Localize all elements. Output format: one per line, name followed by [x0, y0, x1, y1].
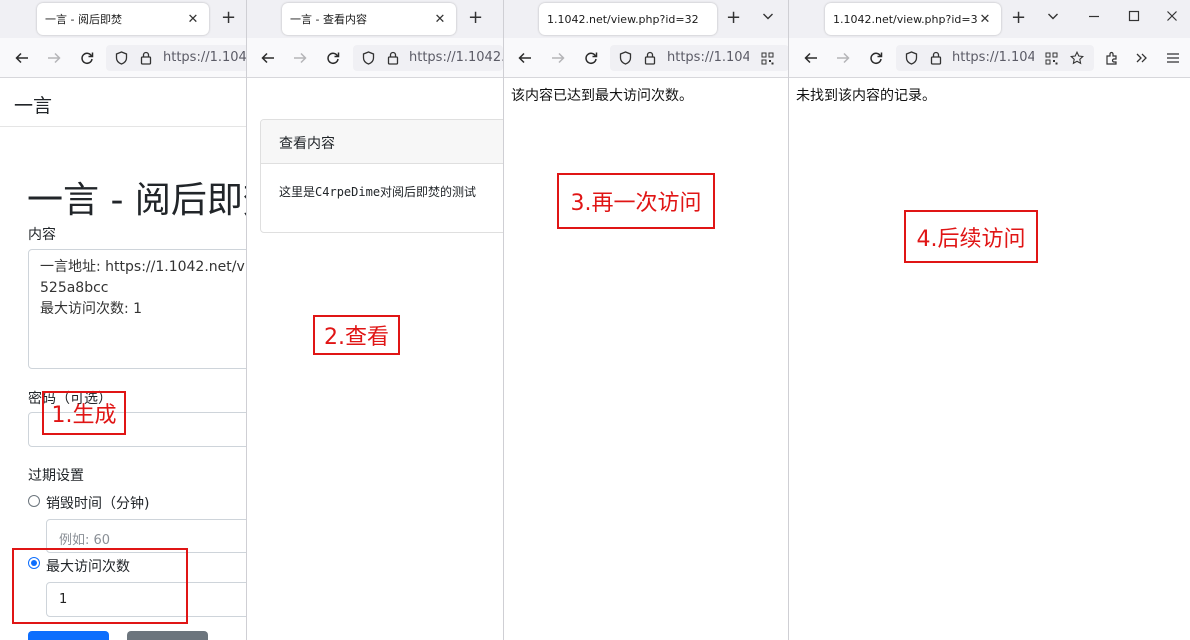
forward-icon[interactable] — [547, 38, 569, 78]
page-title: 一言 - 阅后即焚 — [27, 180, 246, 221]
header-divider — [0, 126, 246, 127]
content-line: 最大访问次数: 1 — [40, 301, 143, 317]
reload-icon[interactable] — [580, 38, 602, 78]
new-tab-icon[interactable]: + — [1011, 8, 1026, 28]
card-title: 查看内容 — [279, 136, 335, 152]
tab-bar: 1.1042.net/view.php?id=32 ✕ + — [789, 0, 1190, 38]
close-window-icon[interactable] — [1166, 10, 1178, 26]
annotation-step2: 2.查看 — [313, 315, 400, 355]
annotation-highlight-box — [12, 548, 188, 624]
nav-bar: https://1.1042.net/ — [0, 38, 246, 78]
shield-icon[interactable] — [900, 45, 922, 71]
tab-title: 一言 - 查看内容 — [290, 13, 367, 26]
content-label: 内容 — [28, 227, 56, 243]
url-text: https://1.1042.net/view.php?id=32 — [952, 50, 1034, 65]
browser-window-view: 一言 - 查看内容 ✕ + https://1.1042.net/view.ph… — [246, 0, 503, 640]
tab-title: 一言 - 阅后即焚 — [45, 13, 122, 26]
url-text: https://1.1042.net/ — [163, 50, 246, 65]
new-tab-icon[interactable]: + — [726, 8, 741, 28]
tab-bar: 一言 - 查看内容 ✕ + — [247, 0, 503, 38]
shield-icon[interactable] — [357, 45, 379, 71]
tab-bar: 一言 - 阅后即焚 ✕ + — [0, 0, 246, 38]
browser-tab[interactable]: 一言 - 查看内容 ✕ — [282, 3, 456, 35]
body-text-prefix: 这里是 — [279, 185, 316, 199]
browser-tab[interactable]: 1.1042.net/view.php?id=32 — [539, 3, 717, 35]
qr-code-icon[interactable] — [1040, 45, 1062, 71]
back-icon[interactable] — [11, 38, 33, 78]
browser-window-later: 1.1042.net/view.php?id=32 ✕ + https://1.… — [788, 0, 1190, 640]
body-text-suffix: 对阅后即焚的测试 — [380, 185, 477, 199]
reset-button[interactable] — [127, 631, 208, 640]
body-code: C4rpeDime — [315, 185, 381, 199]
new-tab-icon[interactable]: + — [468, 8, 483, 28]
chevron-down-icon[interactable] — [762, 10, 774, 26]
site-brand[interactable]: 一言 — [14, 91, 52, 118]
lock-icon — [382, 45, 404, 71]
expiry-label: 过期设置 — [28, 468, 84, 484]
tab-title: 1.1042.net/view.php?id=32 — [833, 12, 977, 26]
content-line: 525a8bcc — [40, 280, 109, 296]
content-card: 查看内容 这里是C4rpeDime对阅后即焚的测试 — [260, 119, 503, 233]
address-bar[interactable]: https://1.1042.net/ — [106, 45, 246, 71]
status-message: 该内容已达到最大访问次数。 — [511, 88, 693, 104]
browser-tab[interactable]: 一言 - 阅后即焚 ✕ — [37, 3, 209, 35]
url-text: https://1.1042.net/view.php?id=32 — [409, 50, 503, 65]
annotation-step3: 3.再一次访问 — [557, 173, 715, 229]
radio-destroy-time[interactable] — [28, 495, 40, 507]
card-body: 这里是C4rpeDime对阅后即焚的测试 — [279, 183, 476, 200]
close-icon[interactable]: ✕ — [977, 12, 993, 27]
chevron-down-icon[interactable] — [1047, 10, 1059, 26]
card-header: 查看内容 — [261, 120, 503, 164]
forward-icon[interactable] — [832, 38, 854, 78]
status-message: 未找到该内容的记录。 — [796, 88, 936, 104]
url-text: https://1.1042.net/view.php?id=32 — [667, 50, 749, 65]
back-icon[interactable] — [257, 38, 279, 78]
close-icon[interactable]: ✕ — [185, 12, 201, 27]
back-icon[interactable] — [514, 38, 536, 78]
annotation-step1: 1.生成 — [42, 391, 126, 435]
extensions-icon[interactable] — [1101, 38, 1123, 78]
nav-bar: https://1.1042.net/view.php?id=32 — [504, 38, 788, 78]
address-bar[interactable]: https://1.1042.net/view.php?id=32 — [353, 45, 503, 71]
submit-button[interactable] — [28, 631, 109, 640]
address-bar[interactable]: https://1.1042.net/view.php?id=32 — [610, 45, 788, 71]
browser-tab[interactable]: 1.1042.net/view.php?id=32 ✕ — [825, 3, 1001, 35]
content-textarea[interactable]: 一言地址: https://1.1042.net/view 525a8bcc 最… — [28, 249, 246, 369]
destroy-time-label: 销毁时间（分钟) — [46, 496, 150, 512]
nav-bar: https://1.1042.net/view.php?id=32 — [247, 38, 503, 78]
menu-icon[interactable] — [1162, 38, 1184, 78]
annotation-step4: 4.后续访问 — [904, 210, 1038, 263]
close-icon[interactable]: ✕ — [432, 12, 448, 27]
reload-icon[interactable] — [76, 38, 98, 78]
lock-icon — [135, 45, 157, 71]
shield-icon[interactable] — [110, 45, 132, 71]
lock-icon — [639, 45, 661, 71]
browser-window-create: 一言 - 阅后即焚 ✕ + https://1.1042.net/ 一言 一言 … — [0, 0, 246, 640]
back-icon[interactable] — [800, 38, 822, 78]
minimize-icon[interactable] — [1088, 10, 1100, 26]
lock-icon — [925, 45, 947, 71]
qr-code-icon[interactable] — [756, 45, 778, 71]
shield-icon[interactable] — [614, 45, 636, 71]
address-bar[interactable]: https://1.1042.net/view.php?id=32 — [896, 45, 1094, 71]
forward-icon[interactable] — [43, 38, 65, 78]
browser-window-revisit: 1.1042.net/view.php?id=32 + https://1.10… — [503, 0, 788, 640]
reload-icon[interactable] — [322, 38, 344, 78]
content-line: 一言地址: https://1.1042.net/view — [40, 259, 246, 275]
overflow-chevron-icon[interactable] — [1131, 38, 1153, 78]
tab-bar: 1.1042.net/view.php?id=32 + — [504, 0, 788, 38]
star-icon[interactable] — [1066, 45, 1088, 71]
reload-icon[interactable] — [865, 38, 887, 78]
nav-bar: https://1.1042.net/view.php?id=32 — [789, 38, 1190, 78]
maximize-icon[interactable] — [1128, 10, 1140, 26]
forward-icon[interactable] — [289, 38, 311, 78]
destroy-time-placeholder: 例如: 60 — [59, 533, 111, 548]
tab-title: 1.1042.net/view.php?id=32 — [547, 12, 699, 26]
new-tab-icon[interactable]: + — [221, 8, 236, 28]
